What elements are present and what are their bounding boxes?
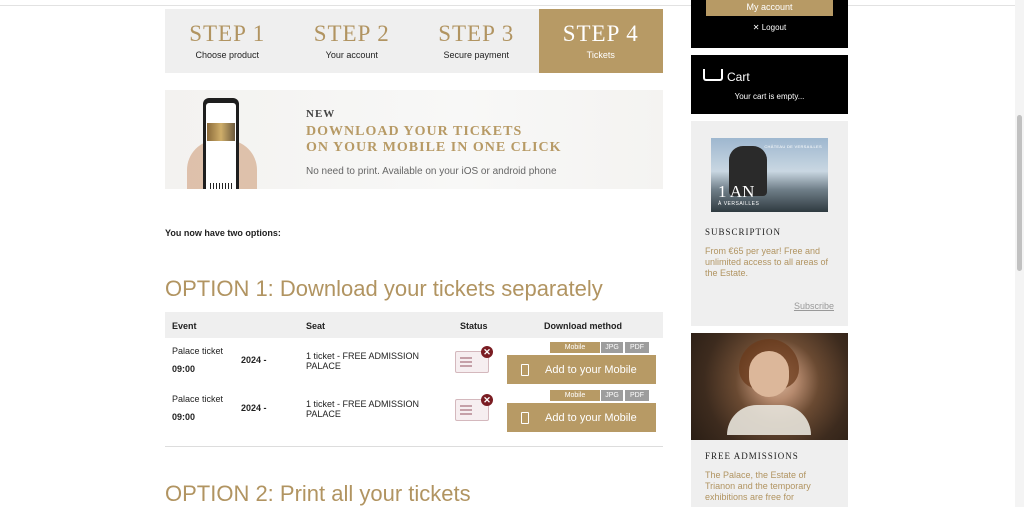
my-account-button[interactable]: My account (706, 0, 833, 16)
step-number: STEP 2 (313, 21, 390, 46)
add-to-mobile-button[interactable]: Add to your Mobile (507, 403, 656, 432)
col-event: Event (172, 321, 197, 331)
status-cell: ✕ (455, 346, 493, 373)
cart-icon (703, 69, 723, 81)
subscription-image-title: 1 AN (718, 182, 755, 201)
step-label: Choose product (195, 50, 260, 60)
col-seat: Seat (306, 321, 326, 331)
free-admissions-desc: The Palace, the Estate of Trianon and th… (705, 470, 811, 502)
col-download-method: Download method (544, 321, 622, 331)
mobile-tickets-banner: NEW DOWNLOAD YOUR TICKETS ON YOUR MOBILE… (165, 90, 663, 189)
subscription-desc: From €65 per year! Free and unlimited ac… (705, 246, 829, 278)
status-cell: ✕ (455, 394, 493, 421)
table-row: Palace ticket 09:00 2024 - 1 ticket - FR… (165, 387, 663, 435)
versailles-logo: CHÂTEAU DE VERSAILLES (764, 144, 822, 149)
step-number: STEP 4 (562, 21, 639, 46)
format-tab-mobile[interactable]: Mobile (550, 342, 600, 353)
barcode-icon (210, 183, 232, 189)
option-2-heading: OPTION 2: Print all your tickets (165, 481, 471, 506)
cart-panel[interactable]: Cart Your cart is empty... (691, 55, 848, 114)
free-admissions-title: FREE ADMISSIONS (705, 451, 799, 461)
scrollbar[interactable] (1015, 0, 1024, 507)
seat-info: 1 ticket - FREE ADMISSION PALACE (306, 351, 420, 371)
banner-new-label: NEW (306, 108, 336, 120)
step-number: STEP 1 (189, 21, 266, 46)
error-x-icon: ✕ (481, 394, 493, 406)
add-to-mobile-button[interactable]: Add to your Mobile (507, 355, 656, 384)
format-tab-mobile[interactable]: Mobile (550, 390, 600, 401)
button-label: Add to your Mobile (545, 411, 637, 424)
table-row: Palace ticket 09:00 2024 - 1 ticket - FR… (165, 339, 663, 387)
banner-title: DOWNLOAD YOUR TICKETS ON YOUR MOBILE IN … (306, 124, 562, 155)
event-time: 09:00 (172, 412, 196, 422)
step-number: STEP 3 (438, 21, 515, 46)
error-x-icon: ✕ (481, 346, 493, 358)
format-tab-jpg[interactable]: JPG (601, 390, 623, 401)
phone-icon (521, 411, 529, 424)
format-tab-pdf[interactable]: PDF (625, 342, 649, 353)
cart-empty-text: Your cart is empty... (734, 92, 805, 101)
subscription-title: SUBSCRIPTION (705, 227, 782, 237)
portrait-image[interactable] (691, 333, 848, 440)
phone-icon (521, 363, 529, 376)
banner-subtitle: No need to print. Available on your iOS … (306, 166, 557, 177)
step-2: STEP 2 Your account (290, 9, 415, 73)
format-tab-pdf[interactable]: PDF (625, 390, 649, 401)
subscription-image-subtitle: À VERSAILLES (718, 201, 760, 207)
event-date: 2024 - (241, 355, 267, 365)
subscription-image[interactable]: CHÂTEAU DE VERSAILLES 1 AN À VERSAILLES (711, 138, 828, 212)
step-4-active: STEP 4 Tickets (538, 9, 663, 73)
options-intro: You now have two options: (165, 228, 281, 238)
col-status: Status (460, 321, 488, 331)
format-tab-jpg[interactable]: JPG (601, 342, 623, 353)
checkout-steps: STEP 1 Choose product STEP 2 Your accoun… (165, 9, 663, 73)
top-divider (0, 5, 1024, 6)
account-panel: My account ✕ Logout (691, 0, 848, 48)
event-time: 09:00 (172, 364, 196, 374)
scrollbar-thumb[interactable] (1017, 115, 1022, 271)
phone-illustration (203, 98, 239, 189)
event-name: Palace ticket (172, 346, 224, 356)
seat-info: 1 ticket - FREE ADMISSION PALACE (306, 399, 420, 419)
event-date: 2024 - (241, 403, 267, 413)
subscription-panel: CHÂTEAU DE VERSAILLES 1 AN À VERSAILLES … (691, 121, 848, 326)
cart-title: Cart (727, 70, 750, 84)
step-label: Your account (325, 50, 378, 60)
step-3: STEP 3 Secure payment (414, 9, 539, 73)
tickets-table-header: Event Seat Status Download method (165, 312, 663, 338)
event-name: Palace ticket (172, 394, 224, 404)
option-1-heading: OPTION 1: Download your tickets separate… (165, 276, 603, 301)
subscribe-link[interactable]: Subscribe (794, 301, 834, 311)
free-admissions-panel: FREE ADMISSIONS The Palace, the Estate o… (691, 333, 848, 507)
table-divider (165, 446, 663, 447)
step-1: STEP 1 Choose product (165, 9, 290, 73)
step-label: Secure payment (443, 50, 510, 60)
step-label: Tickets (586, 50, 615, 60)
button-label: Add to your Mobile (545, 363, 637, 376)
logout-link[interactable]: ✕ Logout (691, 23, 848, 32)
